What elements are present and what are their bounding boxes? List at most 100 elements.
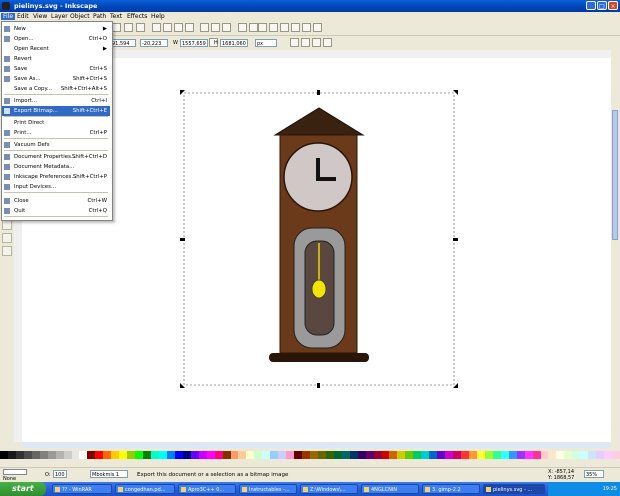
zoom-page-icon[interactable] [136,23,145,32]
task-winrar[interactable]: ?? - WinRAR [52,484,112,494]
x-field[interactable]: 91,594 [110,39,136,47]
file-menu-label: Document Properties... [14,154,77,160]
file-menu-item[interactable]: Input Devices... [2,182,110,192]
task-apro[interactable]: Apro3C++ 0... [178,484,236,494]
input-devices-icon [4,184,10,190]
paint-bucket-icon[interactable] [2,220,12,230]
vertical-scroll-thumb[interactable] [612,110,618,240]
dropper-icon[interactable] [2,246,12,256]
task-instructables[interactable]: Instructables -... [239,484,297,494]
menu-path[interactable]: Path [93,13,106,20]
file-menu-item[interactable]: Document Metadata... [2,162,110,172]
menu-text[interactable]: Text [110,13,122,20]
fill-indicator[interactable] [3,469,27,475]
document-properties-icon[interactable] [313,23,322,32]
file-menu-label: Document Metadata... [14,164,75,170]
align-distribute-icon[interactable] [291,23,300,32]
zoom-in-icon[interactable] [152,23,161,32]
file-menu-item[interactable]: New ▶ [2,24,110,34]
zoom-1to1-icon[interactable] [174,23,183,32]
menu-separator [4,94,108,95]
horizontal-scrollbar[interactable] [22,442,611,448]
menu-effects[interactable]: Effects [127,13,147,20]
zoom-field[interactable]: 35% [584,470,604,478]
scale-stroke-icon[interactable] [290,38,299,47]
task-inkscape[interactable]: pielinys.svg - ... [483,484,545,494]
zoom-out-icon[interactable] [163,23,172,32]
file-menu-item[interactable]: Print Direct [2,118,110,128]
file-menu-item[interactable]: Import... Ctrl+I [2,96,110,106]
menu-help[interactable]: Help [151,13,165,20]
move-pattern-icon[interactable] [323,38,332,47]
menu-view[interactable]: View [33,13,47,20]
zoom-fit-icon[interactable] [185,23,194,32]
winrar-icon [55,487,60,492]
gradient-tool-icon[interactable] [2,233,12,243]
menu-object[interactable]: Object [70,13,90,20]
duplicate-icon[interactable] [200,23,209,32]
file-menu-shortcut: Ctrl+W [87,198,107,204]
start-button[interactable]: start [0,482,46,496]
file-menu-item[interactable]: Vacuum Defs [2,140,110,150]
text-font-icon[interactable] [269,23,278,32]
file-menu-shortcut: Ctrl+O [88,36,107,42]
task-explorer[interactable]: Z:\Windows\... [300,484,358,494]
task-gimp[interactable]: 3. gimp-2.2 [422,484,480,494]
file-menu-label: Quit [14,208,26,214]
clock-roof [273,107,365,136]
file-menu-item[interactable]: Save a Copy... Shift+Ctrl+Alt+S [2,84,110,94]
file-menu-item[interactable]: Export Bitmap... Shift+Ctrl+E [2,106,110,116]
file-menu-item[interactable]: Document Properties... Shift+Ctrl+D [2,152,110,162]
file-menu-item[interactable]: Print... Ctrl+P [2,128,110,138]
y-field[interactable]: -20,223 [140,39,168,47]
file-menu-shortcut: Ctrl+S [89,66,107,72]
width-field[interactable]: 1557,659 [180,39,208,47]
import-icon [4,98,10,104]
palette-swatch[interactable] [612,451,620,459]
maximize-button[interactable]: □ [597,1,607,10]
file-menu-item[interactable]: Save As... Shift+Ctrl+S [2,74,110,84]
file-menu-label: Input Devices... [14,184,57,190]
file-menu-item[interactable]: Open Recent ▶ [2,44,110,54]
menu-edit[interactable]: Edit [17,13,29,20]
file-menu-label: Open... [14,36,34,42]
file-menu-item[interactable]: Save Ctrl+S [2,64,110,74]
task-image[interactable]: 4NGLCNIN [361,484,419,494]
inkscape-task-icon [486,487,491,492]
menu-layer[interactable]: Layer [51,13,68,20]
metadata-icon [4,164,10,170]
file-menu-item[interactable]: Revert [2,54,110,64]
unlink-clone-icon[interactable] [222,23,231,32]
layer-select[interactable]: Mbokmis 1 [90,470,128,478]
save-as-icon [4,76,10,82]
vertical-scrollbar[interactable] [611,50,620,446]
group-icon[interactable] [238,23,247,32]
task-pdf[interactable]: congedhan.pd... [115,484,175,494]
minimize-button[interactable]: _ [586,1,596,10]
fill-stroke-icon[interactable] [258,23,267,32]
opacity-field[interactable]: 100 [53,470,67,478]
file-menu-item[interactable]: Close Ctrl+W [2,196,110,206]
ungroup-icon[interactable] [249,23,258,32]
zoom-drawing-icon[interactable] [124,23,133,32]
scale-corners-icon[interactable] [301,38,310,47]
zoom-selection-icon[interactable] [112,23,121,32]
move-gradient-icon[interactable] [312,38,321,47]
height-field[interactable]: 1681,060 [220,39,248,47]
file-menu-item[interactable]: Quit Ctrl+Q [2,206,110,216]
image-icon [364,487,369,492]
menu-file[interactable]: File [1,13,16,20]
file-menu-item[interactable]: Inkscape Preferences... Shift+Ctrl+P [2,172,110,182]
title-bar: pielinys.svg - Inkscape _ □ × [0,0,620,12]
file-menu-shortcut: Ctrl+Q [88,208,107,214]
close-window-button[interactable]: × [608,1,618,10]
file-menu-item[interactable]: Open... Ctrl+O [2,34,110,44]
clone-icon[interactable] [211,23,220,32]
unit-select[interactable]: px [255,39,277,47]
xml-editor-icon[interactable] [280,23,289,32]
preferences-icon[interactable] [302,23,311,32]
open-icon [4,36,10,42]
file-menu-shortcut: Shift+Ctrl+S [72,76,107,82]
file-menu: New ▶ Open... Ctrl+O Open Recent ▶ Revert Save C… [1,21,113,221]
file-menu-label: Import... [14,98,38,104]
